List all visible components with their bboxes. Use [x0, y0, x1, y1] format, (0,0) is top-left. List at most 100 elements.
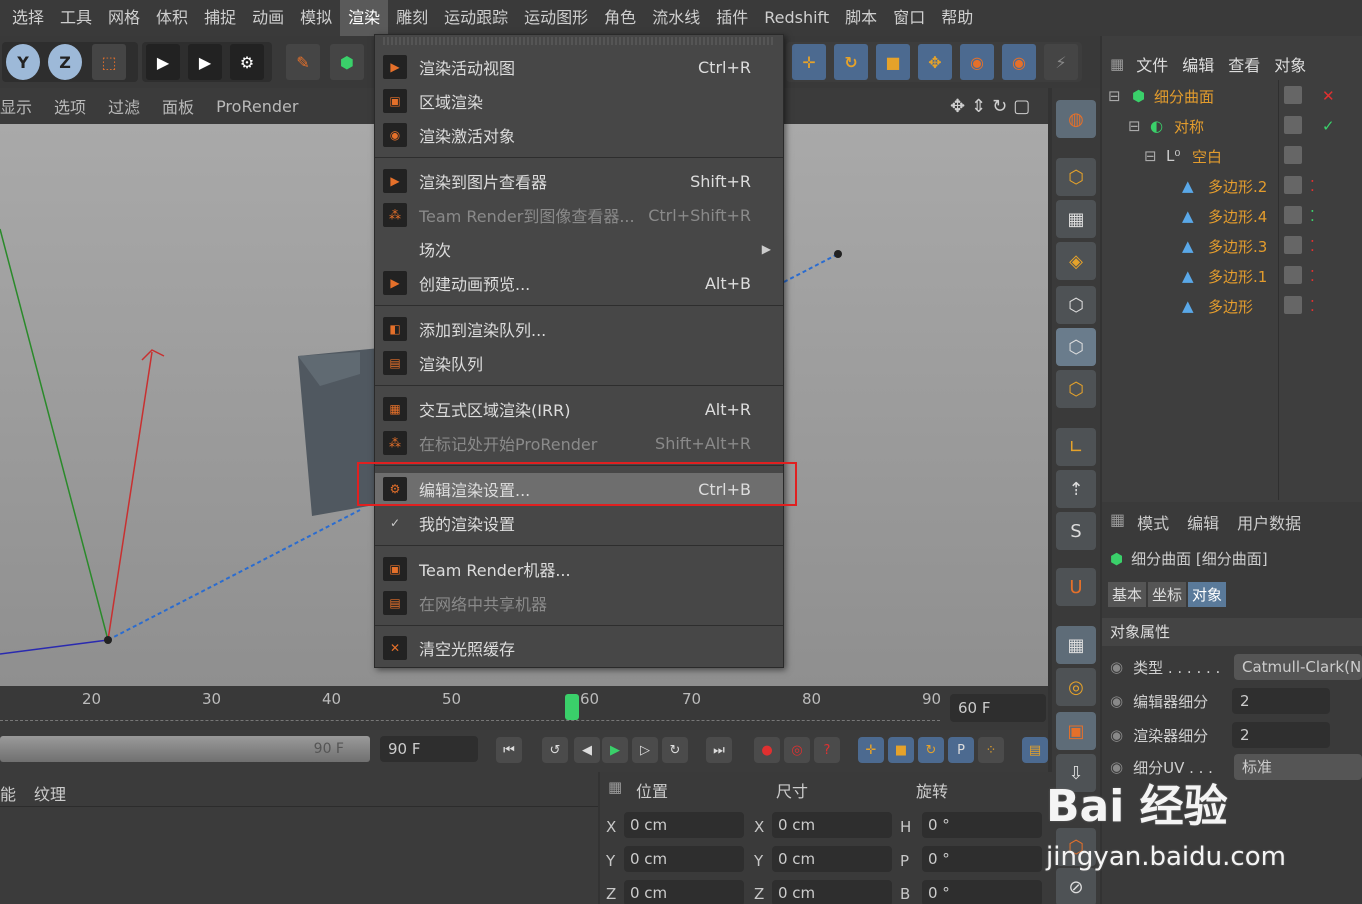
object-row-polygon[interactable]: ▲ 多边形.3 ⁚	[1104, 232, 1360, 260]
model-mode-icon[interactable]: ⬡	[1056, 158, 1096, 196]
subtab-object[interactable]: 对象	[1188, 582, 1227, 607]
spline-point-2[interactable]	[834, 250, 842, 258]
menu-14[interactable]: Redshift	[756, 0, 837, 36]
menu-17[interactable]: 帮助	[933, 0, 981, 36]
render-subdivision-input[interactable]: 2	[1232, 722, 1330, 748]
enabled-check-icon[interactable]: ✓	[1322, 117, 1335, 135]
menu-3[interactable]: 体积	[148, 0, 196, 36]
collapse-icon[interactable]: ⊟	[1128, 117, 1141, 135]
uv-dropdown[interactable]: 标准	[1234, 754, 1362, 780]
menu-16[interactable]: 窗口	[885, 0, 933, 36]
play-icon[interactable]: ▶	[602, 737, 628, 763]
render-menu-item[interactable]: 场次 ▶	[375, 233, 783, 265]
key-rotation-icon[interactable]: ↻	[918, 737, 944, 763]
render-menu-item[interactable]: ▦ 交互式区域渲染(IRR) Alt+R	[375, 393, 783, 425]
render-menu-item[interactable]: ▶ 创建动画预览... Alt+B	[375, 267, 783, 299]
render-menu-item[interactable]: ◧ 添加到渲染队列...	[375, 313, 783, 345]
coordinate-system-icon[interactable]: ⬚	[92, 44, 126, 80]
object-row-polygon[interactable]: ▲ 多边形.1 ⁚	[1104, 262, 1360, 290]
position-z-field[interactable]: 0 cm	[624, 880, 744, 904]
render-menu-item[interactable]: ▶ 渲染到图片查看器 Shift+R	[375, 165, 783, 197]
object-row-subdivision[interactable]: ⊟ ⬢ 细分曲面 ✕	[1104, 82, 1360, 110]
visibility-toggle[interactable]	[1284, 206, 1302, 224]
menu-13[interactable]: 插件	[708, 0, 756, 36]
viewport-menu-item[interactable]: ProRender	[205, 97, 309, 116]
animate-radio-icon[interactable]: ◉	[1110, 692, 1123, 710]
object-row-symmetry[interactable]: ⊟ ◐ 对称 ✓	[1104, 112, 1360, 140]
pen-icon[interactable]: ✎	[286, 44, 320, 80]
disabled-x-icon[interactable]: ✕	[1322, 87, 1335, 105]
attr-tab-edit[interactable]: 编辑	[1187, 510, 1219, 534]
y-axis-icon[interactable]: Y	[6, 44, 40, 80]
material-tab-texture[interactable]: 纹理	[34, 781, 66, 805]
collapse-icon[interactable]: ⊟	[1108, 87, 1121, 105]
menu-6[interactable]: 模拟	[292, 0, 340, 36]
visibility-dots-icon[interactable]: ⁚	[1310, 207, 1315, 225]
menu-4[interactable]: 捕捉	[196, 0, 244, 36]
playhead[interactable]	[565, 694, 579, 720]
om-tab-object[interactable]: 对象	[1274, 52, 1306, 76]
rotate-icon[interactable]: ↻	[834, 44, 868, 80]
menu-15[interactable]: 脚本	[837, 0, 885, 36]
menu-10[interactable]: 运动图形	[516, 0, 596, 36]
render-menu-item[interactable]: ▣ Team Render机器...	[375, 553, 783, 585]
om-tab-file[interactable]: 文件	[1136, 52, 1168, 76]
animate-radio-icon[interactable]: ◉	[1110, 658, 1123, 676]
render-menu-item[interactable]: ✓ 我的渲染设置	[375, 507, 783, 539]
key-position-icon[interactable]: ✛	[858, 737, 884, 763]
previous-key-icon[interactable]: ↺	[542, 737, 568, 763]
render-menu-item[interactable]: ▣ 区域渲染	[375, 85, 783, 117]
render-menu-item[interactable]: ▤ 渲染队列	[375, 347, 783, 379]
menu-9[interactable]: 运动跟踪	[436, 0, 516, 36]
move-tool-icon[interactable]: ✥	[918, 44, 952, 80]
render-picture-viewer-icon[interactable]: ▶	[188, 44, 222, 80]
subtab-coord[interactable]: 坐标	[1148, 582, 1187, 607]
render-menu-item[interactable]: ✕ 清空光照缓存	[375, 632, 783, 664]
live-select-icon[interactable]: ◉	[1002, 44, 1036, 80]
visibility-dots-icon[interactable]: ⁚	[1310, 177, 1315, 195]
om-tab-view[interactable]: 查看	[1228, 52, 1260, 76]
snap-icon[interactable]: S	[1056, 512, 1096, 550]
timeline-window-icon[interactable]: ▤	[1022, 737, 1048, 763]
object-row-polygon[interactable]: ▲ 多边形.4 ⁚	[1104, 202, 1360, 230]
polygons-mode-icon[interactable]: ⬡	[1056, 370, 1096, 408]
rotation-p-field[interactable]: 0 °	[922, 846, 1042, 872]
mirror-icon[interactable]: ⊘	[1056, 868, 1096, 904]
move-icon[interactable]: ✛	[792, 44, 826, 80]
viewport-menu-item[interactable]: 过滤	[97, 94, 151, 118]
menu-8[interactable]: 雕刻	[388, 0, 436, 36]
render-menu-item[interactable]: ▶ 渲染活动视图 Ctrl+R	[375, 51, 783, 83]
previous-frame-icon[interactable]: ◀	[574, 737, 600, 763]
lock-workplane-icon[interactable]: ▦	[1056, 626, 1096, 664]
viewport-menu-item[interactable]: 面板	[151, 94, 205, 118]
visibility-dots-icon[interactable]: ⁚	[1310, 297, 1315, 315]
scale-icon[interactable]: ■	[876, 44, 910, 80]
key-scale-icon[interactable]: ■	[888, 737, 914, 763]
menu-7[interactable]: 渲染	[340, 0, 389, 36]
go-to-end-icon[interactable]: ⏭	[706, 737, 732, 763]
menu-tear-off-grip[interactable]	[383, 37, 775, 45]
object-row-null[interactable]: ⊟ L⁰ 空白	[1104, 142, 1360, 170]
visibility-dots-icon[interactable]: ⁚	[1310, 267, 1315, 285]
key-param-icon[interactable]: P	[948, 737, 974, 763]
size-y-field[interactable]: 0 cm	[772, 846, 892, 872]
visibility-toggle[interactable]	[1284, 296, 1302, 314]
object-row-polygon[interactable]: ▲ 多边形.2 ⁚	[1104, 172, 1360, 200]
frame-range-slider[interactable]: 90 F	[0, 736, 370, 762]
visibility-toggle[interactable]	[1284, 86, 1302, 104]
subtab-basic[interactable]: 基本	[1108, 582, 1147, 607]
viewport-navigation-icons[interactable]: ✥⇕↻▢	[950, 96, 1036, 117]
visibility-toggle[interactable]	[1284, 236, 1302, 254]
visibility-toggle[interactable]	[1284, 266, 1302, 284]
keyframe-help-icon[interactable]: ?	[814, 737, 840, 763]
go-to-start-icon[interactable]: ⏮	[496, 737, 522, 763]
viewport-menu-item[interactable]: 选项	[43, 94, 97, 118]
attr-tab-userdata[interactable]: 用户数据	[1237, 510, 1301, 534]
z-axis-icon[interactable]: Z	[48, 44, 82, 80]
end-frame-field[interactable]: 60 F	[950, 694, 1046, 722]
render-menu-item[interactable]: ◉ 渲染激活对象	[375, 119, 783, 151]
points-mode-icon[interactable]: ⬡	[1056, 286, 1096, 324]
menu-5[interactable]: 动画	[244, 0, 292, 36]
next-key-icon[interactable]: ↻	[662, 737, 688, 763]
spline-point[interactable]	[104, 636, 112, 644]
